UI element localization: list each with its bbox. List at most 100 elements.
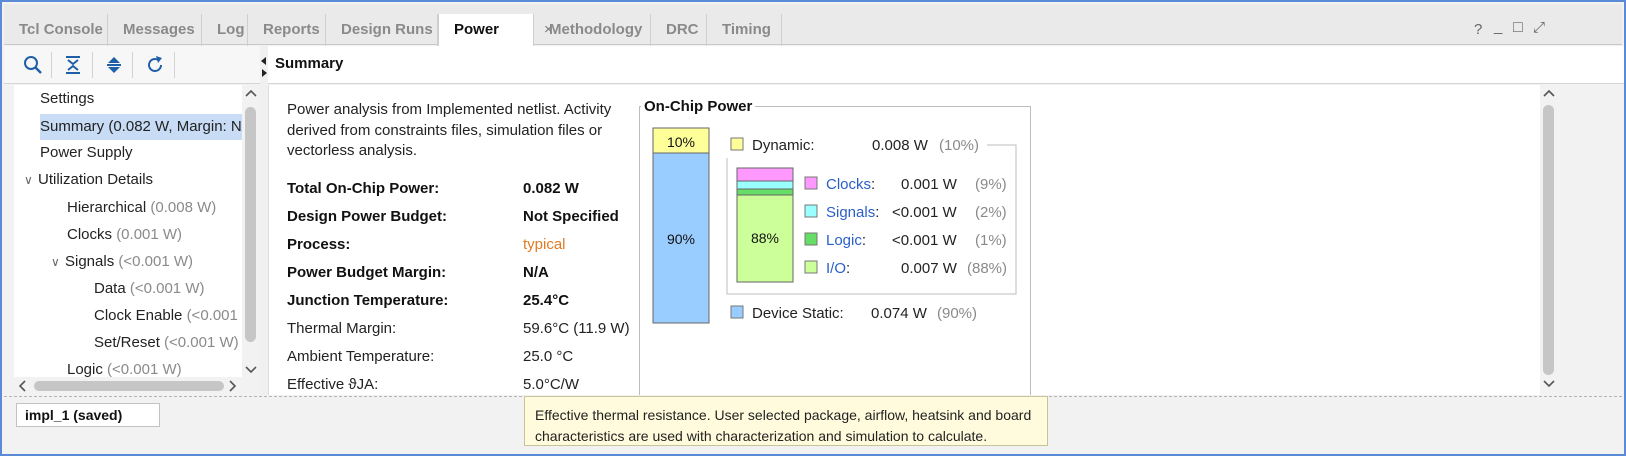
tab-reports[interactable]: Reports: [248, 14, 326, 46]
signals-bar-segment: [736, 180, 794, 190]
expand-all-icon[interactable]: [103, 54, 125, 76]
budget-margin-value: N/A: [523, 264, 549, 281]
signals-legend-label[interactable]: Signals:: [826, 204, 879, 221]
tree-item-clocks[interactable]: Clocks (0.001 W): [67, 222, 182, 248]
dynamic-label: Dynamic:: [752, 137, 815, 154]
logic-legend-label[interactable]: Logic:: [826, 232, 866, 249]
tree-item-label: Power Supply: [40, 144, 133, 161]
tab-messages[interactable]: Messages: [108, 14, 202, 46]
dynamic-bar-label: 10%: [667, 134, 695, 150]
chevron-up-icon[interactable]: [245, 88, 257, 98]
tree-item-power-supply[interactable]: Power Supply: [40, 140, 133, 166]
tree-item-clock-enable[interactable]: Clock Enable (<0.001 W): [94, 303, 252, 329]
tab-power[interactable]: Power: [438, 14, 534, 47]
total-power-value: 0.082 W: [523, 180, 579, 197]
summary-header: Summary: [268, 46, 1624, 84]
static-legend-swatch: [730, 305, 744, 319]
tree-item-label: Clock Enable: [94, 307, 183, 324]
io-legend-label[interactable]: I/O:: [826, 260, 850, 277]
thermal-margin-label: Thermal Margin:: [287, 320, 397, 337]
collapse-arrows-icon[interactable]: [260, 56, 268, 78]
chevron-down-icon[interactable]: [245, 365, 257, 375]
clocks-value: 0.001 W: [901, 176, 958, 193]
tree-item-label: Utilization Details: [38, 171, 154, 188]
tree-item-value: (0.008 W): [150, 199, 217, 216]
chevron-down-icon[interactable]: ∨: [51, 249, 65, 275]
pane-splitter[interactable]: [260, 46, 268, 396]
minimize-icon[interactable]: _: [1494, 18, 1502, 35]
effective-theta-ja-label: Effective ϑJA:: [287, 376, 379, 393]
total-power-label: Total On-Chip Power:: [287, 180, 440, 197]
tab-tcl-console[interactable]: Tcl Console: [4, 14, 108, 46]
ambient-temp-value: 25.0 °C: [523, 348, 574, 365]
dynamic-pct: (10%): [939, 137, 979, 154]
tree-item-label: Summary (0.082 W, Margin: N/A): [40, 118, 252, 135]
io-legend-swatch: [804, 260, 818, 274]
scrollbar-thumb[interactable]: [1543, 105, 1554, 375]
tree-item-summary[interactable]: Summary (0.082 W, Margin: N/A): [40, 114, 252, 140]
tree-item-data[interactable]: Data (<0.001 W): [94, 276, 204, 302]
toolbar-separator: [132, 52, 133, 78]
restore-icon[interactable]: □: [1513, 19, 1523, 37]
tree-item-value: (<0.001 W): [107, 361, 182, 378]
scrollbar-thumb[interactable]: [34, 381, 224, 391]
io-value: 0.007 W: [901, 260, 958, 277]
clocks-legend-label[interactable]: Clocks:: [826, 176, 875, 193]
chevron-right-icon[interactable]: [228, 380, 238, 392]
tree-item-signals[interactable]: ∨ Signals (<0.001 W): [51, 249, 193, 275]
help-icon[interactable]: ?: [1474, 21, 1482, 38]
analysis-description: Power analysis from Implemented netlist.…: [287, 101, 612, 159]
io-pct: (88%): [967, 260, 1007, 277]
tab-log[interactable]: Log: [202, 14, 248, 46]
ambient-temp-label: Ambient Temperature:: [287, 348, 435, 365]
tree-item-set-reset[interactable]: Set/Reset (<0.001 W): [94, 330, 239, 356]
junction-temp-value: 25.4°C: [523, 292, 570, 309]
content-vertical-scrollbar[interactable]: [1540, 85, 1558, 395]
tab-design-runs[interactable]: Design Runs: [326, 14, 438, 46]
power-report-window: Tcl Console Messages Log Reports Design …: [0, 0, 1626, 456]
dynamic-legend-swatch: [730, 137, 744, 151]
device-static-label: Device Static:: [752, 305, 844, 322]
scrollbar-thumb[interactable]: [245, 107, 256, 342]
power-budget-value: Not Specified: [523, 208, 619, 225]
tab-bar: Tcl Console Messages Log Reports Design …: [4, 4, 1622, 47]
thermal-margin-value: 59.6°C (11.9 W): [523, 320, 630, 337]
tree-horizontal-scrollbar[interactable]: [14, 377, 242, 395]
tree-item-settings[interactable]: Settings: [40, 86, 94, 112]
logic-pct: (1%): [975, 232, 1007, 249]
tab-methodology[interactable]: Methodology: [534, 14, 651, 46]
signals-value: <0.001 W: [892, 204, 957, 221]
chevron-down-icon[interactable]: [1543, 379, 1555, 389]
process-value-link[interactable]: typical: [523, 234, 566, 256]
on-chip-power-chart: 10% 90% Dynamic: 0.008 W (10%) 88% Clock…: [652, 127, 1017, 324]
chevron-left-icon[interactable]: [17, 380, 27, 392]
tree-item-value: (<0.001 W): [118, 253, 193, 270]
run-tab-impl-1[interactable]: impl_1 (saved): [16, 403, 160, 427]
toolbar-separator: [174, 52, 175, 78]
tree-item-label: Set/Reset: [94, 334, 160, 351]
tab-timing[interactable]: Timing: [707, 14, 782, 46]
budget-margin-label: Power Budget Margin:: [287, 264, 447, 281]
clocks-bar-segment: [736, 167, 794, 182]
tree-item-utilization-details[interactable]: ∨ Utilization Details: [24, 167, 153, 193]
tree-item-hierarchical[interactable]: Hierarchical (0.008 W): [67, 195, 216, 221]
tab-drc[interactable]: DRC: [651, 14, 707, 46]
static-bar-label: 90%: [667, 231, 695, 247]
tree-vertical-scrollbar[interactable]: [242, 85, 260, 392]
power-budget-label: Design Power Budget:: [287, 208, 448, 225]
toolbar-separator: [92, 52, 93, 78]
toolbar-separator: [51, 52, 52, 78]
maximize-icon[interactable]: ⤢: [1533, 19, 1545, 36]
tree-toolbar: [4, 46, 262, 84]
chevron-down-icon[interactable]: ∨: [24, 167, 38, 193]
junction-temp-label: Junction Temperature:: [287, 292, 449, 309]
effective-theta-ja-value: 5.0°C/W: [523, 376, 580, 393]
device-static-value: 0.074 W: [871, 305, 928, 322]
tree-item-value: (<0.001 W): [164, 334, 239, 351]
tree-item-label: Signals: [65, 253, 115, 270]
chevron-up-icon[interactable]: [1543, 88, 1555, 98]
search-icon[interactable]: [22, 54, 44, 76]
refresh-icon[interactable]: [144, 54, 166, 76]
collapse-all-icon[interactable]: [62, 54, 84, 76]
clocks-legend-swatch: [804, 176, 818, 190]
